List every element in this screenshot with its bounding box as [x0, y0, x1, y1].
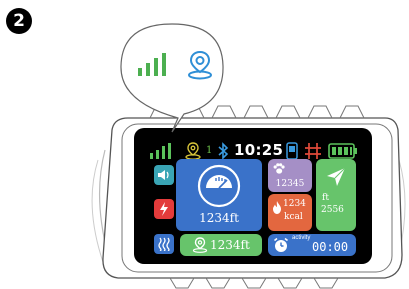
location-pin-icon — [185, 142, 201, 160]
navigation-tile[interactable]: ft 2556 — [316, 159, 356, 231]
altitude-tile[interactable]: 1234ft — [176, 159, 262, 231]
calories-tile[interactable]: 1234 kcal — [268, 194, 312, 231]
location-count: 1 — [206, 145, 213, 156]
phone-icon — [286, 142, 298, 160]
alarm-clock-icon — [274, 237, 288, 252]
activity-timer: 00:00 — [312, 240, 349, 254]
send-arrow-icon — [327, 167, 346, 186]
activity-tile[interactable]: activity 00:00 — [268, 234, 356, 256]
location-pin-icon — [192, 237, 208, 253]
battery-icon — [328, 143, 357, 159]
paw-icon — [273, 163, 285, 174]
signal-bars-icon — [138, 53, 166, 76]
bluetooth-icon — [218, 142, 229, 160]
gauge-icon — [197, 164, 241, 208]
calories-value: 1234 — [283, 199, 306, 209]
navigation-unit: ft — [322, 193, 329, 203]
paw-tile[interactable]: 12345 — [268, 159, 312, 192]
speaker-icon — [158, 170, 169, 180]
activity-label: activity — [292, 235, 311, 241]
grid-icon — [305, 143, 321, 159]
vibrate-button[interactable] — [154, 234, 174, 254]
location-distance-tile[interactable]: 1234ft — [180, 234, 262, 256]
status-bar: 1 10:25 — [150, 141, 360, 161]
watch-screen: 1 10:25 1234ft 12345 1234 kcal ft 2556 1… — [142, 133, 364, 259]
navigation-value: 2556 — [321, 205, 344, 215]
calories-unit: kcal — [284, 212, 303, 222]
paw-value: 12345 — [275, 179, 305, 189]
location-distance-value: 1234ft — [210, 238, 250, 252]
altitude-value: 1234ft — [199, 211, 239, 225]
flame-icon — [273, 201, 281, 214]
flash-button[interactable] — [154, 199, 174, 219]
clock-time: 10:25 — [234, 141, 284, 159]
speaker-button[interactable] — [154, 165, 174, 185]
vibrate-icon — [158, 237, 170, 251]
flash-icon — [160, 202, 168, 216]
location-pin-icon — [188, 50, 212, 80]
signal-bars-icon — [150, 143, 171, 159]
